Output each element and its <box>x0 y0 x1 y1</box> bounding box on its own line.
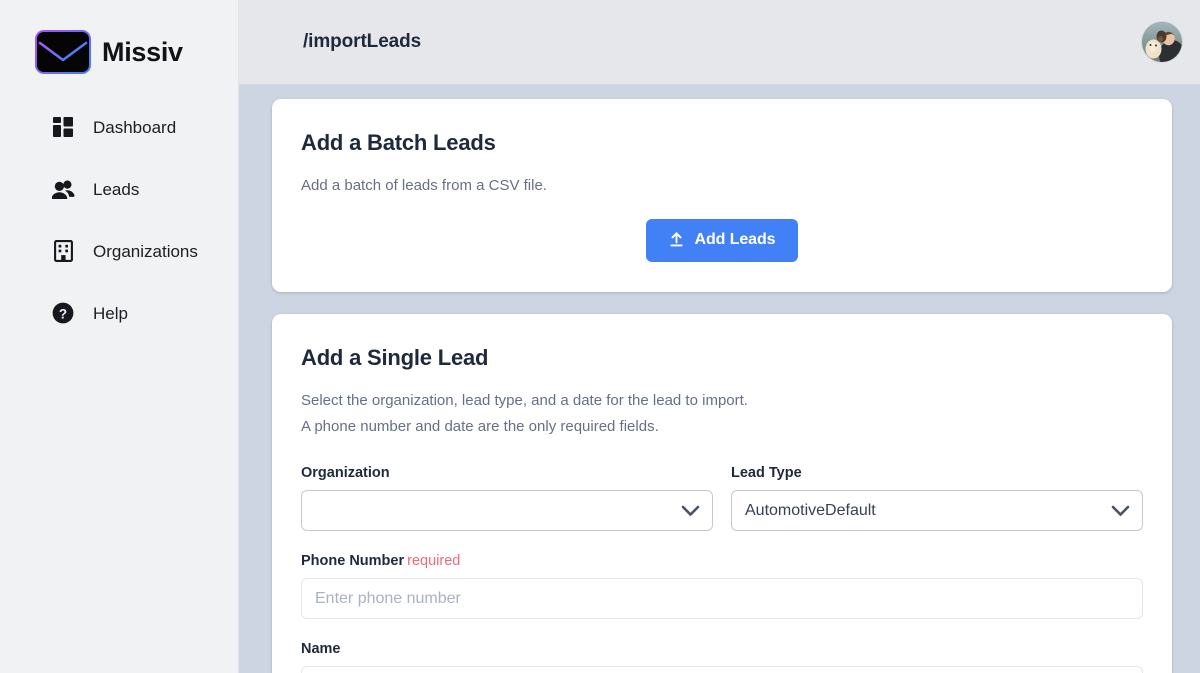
brand-logo[interactable]: Missiv <box>0 0 238 78</box>
single-lead-card: Add a Single Lead Select the organizatio… <box>272 314 1172 673</box>
sidebar-item-label: Dashboard <box>93 119 176 136</box>
sidebar-item-leads[interactable]: Leads <box>0 158 238 220</box>
lead-type-field: Lead Type AutomotiveDefault <box>731 465 1143 531</box>
app-root: Missiv Dashboard <box>0 0 1200 673</box>
avatar[interactable] <box>1142 22 1182 62</box>
organization-field: Organization <box>301 465 713 531</box>
add-leads-button[interactable]: Add Leads <box>646 219 799 262</box>
phone-number-label: Phone Numberrequired <box>301 553 1143 569</box>
page-title: /importLeads <box>303 31 421 53</box>
phone-number-input[interactable] <box>301 578 1143 619</box>
users-icon <box>51 177 75 201</box>
batch-card-description: Add a batch of leads from a CSV file. <box>301 173 1143 199</box>
organization-select[interactable] <box>301 490 713 531</box>
sidebar-item-label: Organizations <box>93 243 198 260</box>
phone-number-field: Phone Numberrequired <box>301 553 1143 619</box>
sidebar-item-label: Leads <box>93 181 139 198</box>
envelope-icon <box>35 30 91 74</box>
topbar: /importLeads <box>239 0 1200 85</box>
dashboard-grid-icon <box>51 115 75 139</box>
phone-number-label-text: Phone Number <box>301 553 404 569</box>
batch-card-actions: Add Leads <box>301 219 1143 262</box>
name-label: Name <box>301 641 1143 657</box>
sidebar-item-label: Help <box>93 305 128 322</box>
name-input[interactable] <box>301 666 1143 673</box>
brand-name: Missiv <box>102 39 183 66</box>
upload-icon <box>669 232 684 248</box>
single-card-title: Add a Single Lead <box>301 345 1143 371</box>
batch-card-title: Add a Batch Leads <box>301 130 1143 156</box>
name-field: Name <box>301 641 1143 673</box>
org-leadtype-row: Organization Lead Type <box>301 465 1143 531</box>
content-area: /importLeads <box>239 0 1200 673</box>
add-leads-button-label: Add Leads <box>695 231 776 249</box>
organization-label: Organization <box>301 465 713 481</box>
single-card-description-line2: A phone number and date are the only req… <box>301 414 1143 440</box>
main-content: Add a Batch Leads Add a batch of leads f… <box>239 85 1200 673</box>
batch-leads-card: Add a Batch Leads Add a batch of leads f… <box>272 99 1172 292</box>
required-badge: required <box>407 553 460 569</box>
lead-type-label: Lead Type <box>731 465 1143 481</box>
building-icon <box>51 239 75 263</box>
sidebar-nav: Dashboard Leads <box>0 96 238 344</box>
question-circle-icon: ? <box>51 301 75 325</box>
sidebar-item-organizations[interactable]: Organizations <box>0 220 238 282</box>
sidebar: Missiv Dashboard <box>0 0 239 673</box>
single-card-description-line1: Select the organization, lead type, and … <box>301 388 1143 414</box>
lead-type-select[interactable]: AutomotiveDefault <box>731 490 1143 531</box>
sidebar-item-help[interactable]: ? Help <box>0 282 238 344</box>
svg-text:?: ? <box>59 306 67 321</box>
sidebar-item-dashboard[interactable]: Dashboard <box>0 96 238 158</box>
